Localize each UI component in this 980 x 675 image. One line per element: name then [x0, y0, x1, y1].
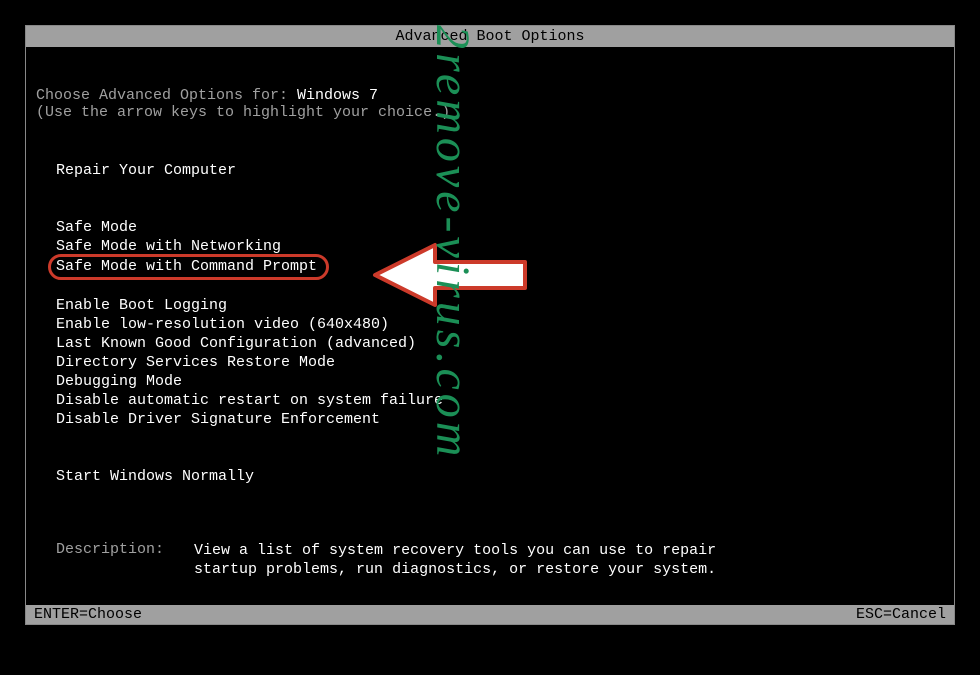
- option-safe-mode[interactable]: Safe Mode: [56, 218, 137, 237]
- option-disable-auto-restart[interactable]: Disable automatic restart on system fail…: [56, 391, 443, 410]
- footer-esc-hint: ESC=Cancel: [856, 605, 946, 624]
- option-low-resolution-video[interactable]: Enable low-resolution video (640x480): [56, 315, 389, 334]
- footer-enter-hint: ENTER=Choose: [34, 605, 142, 624]
- safe-mode-group: Safe Mode Safe Mode with Networking Safe…: [26, 218, 954, 278]
- option-disable-driver-signature[interactable]: Disable Driver Signature Enforcement: [56, 410, 380, 429]
- option-repair-computer[interactable]: Repair Your Computer: [56, 161, 236, 180]
- option-directory-services-restore[interactable]: Directory Services Restore Mode: [56, 353, 335, 372]
- prompt-label: Choose Advanced Options for:: [36, 87, 297, 104]
- option-debugging-mode[interactable]: Debugging Mode: [56, 372, 182, 391]
- advanced-group: Enable Boot Logging Enable low-resolutio…: [26, 296, 954, 429]
- menu-content: Choose Advanced Options for: Windows 7 (…: [26, 47, 954, 579]
- footer-bar: ENTER=Choose ESC=Cancel: [26, 605, 954, 624]
- option-safe-mode-networking[interactable]: Safe Mode with Networking: [56, 237, 281, 256]
- option-enable-boot-logging[interactable]: Enable Boot Logging: [56, 296, 227, 315]
- title-bar: Advanced Boot Options: [26, 26, 954, 47]
- option-safe-mode-command-prompt[interactable]: Safe Mode with Command Prompt: [50, 256, 327, 278]
- boot-menu-window: Advanced Boot Options Choose Advanced Op…: [25, 25, 955, 625]
- choose-prompt: Choose Advanced Options for: Windows 7: [26, 87, 954, 104]
- os-name: Windows 7: [297, 87, 378, 104]
- arrow-keys-hint: (Use the arrow keys to highlight your ch…: [26, 104, 954, 121]
- description-text: View a list of system recovery tools you…: [194, 541, 754, 579]
- description-label: Description:: [56, 541, 164, 579]
- repair-group: Repair Your Computer: [26, 161, 954, 180]
- normal-group: Start Windows Normally: [26, 467, 954, 486]
- description-block: Description: View a list of system recov…: [26, 541, 954, 579]
- option-start-windows-normally[interactable]: Start Windows Normally: [56, 467, 254, 486]
- option-last-known-good-config[interactable]: Last Known Good Configuration (advanced): [56, 334, 416, 353]
